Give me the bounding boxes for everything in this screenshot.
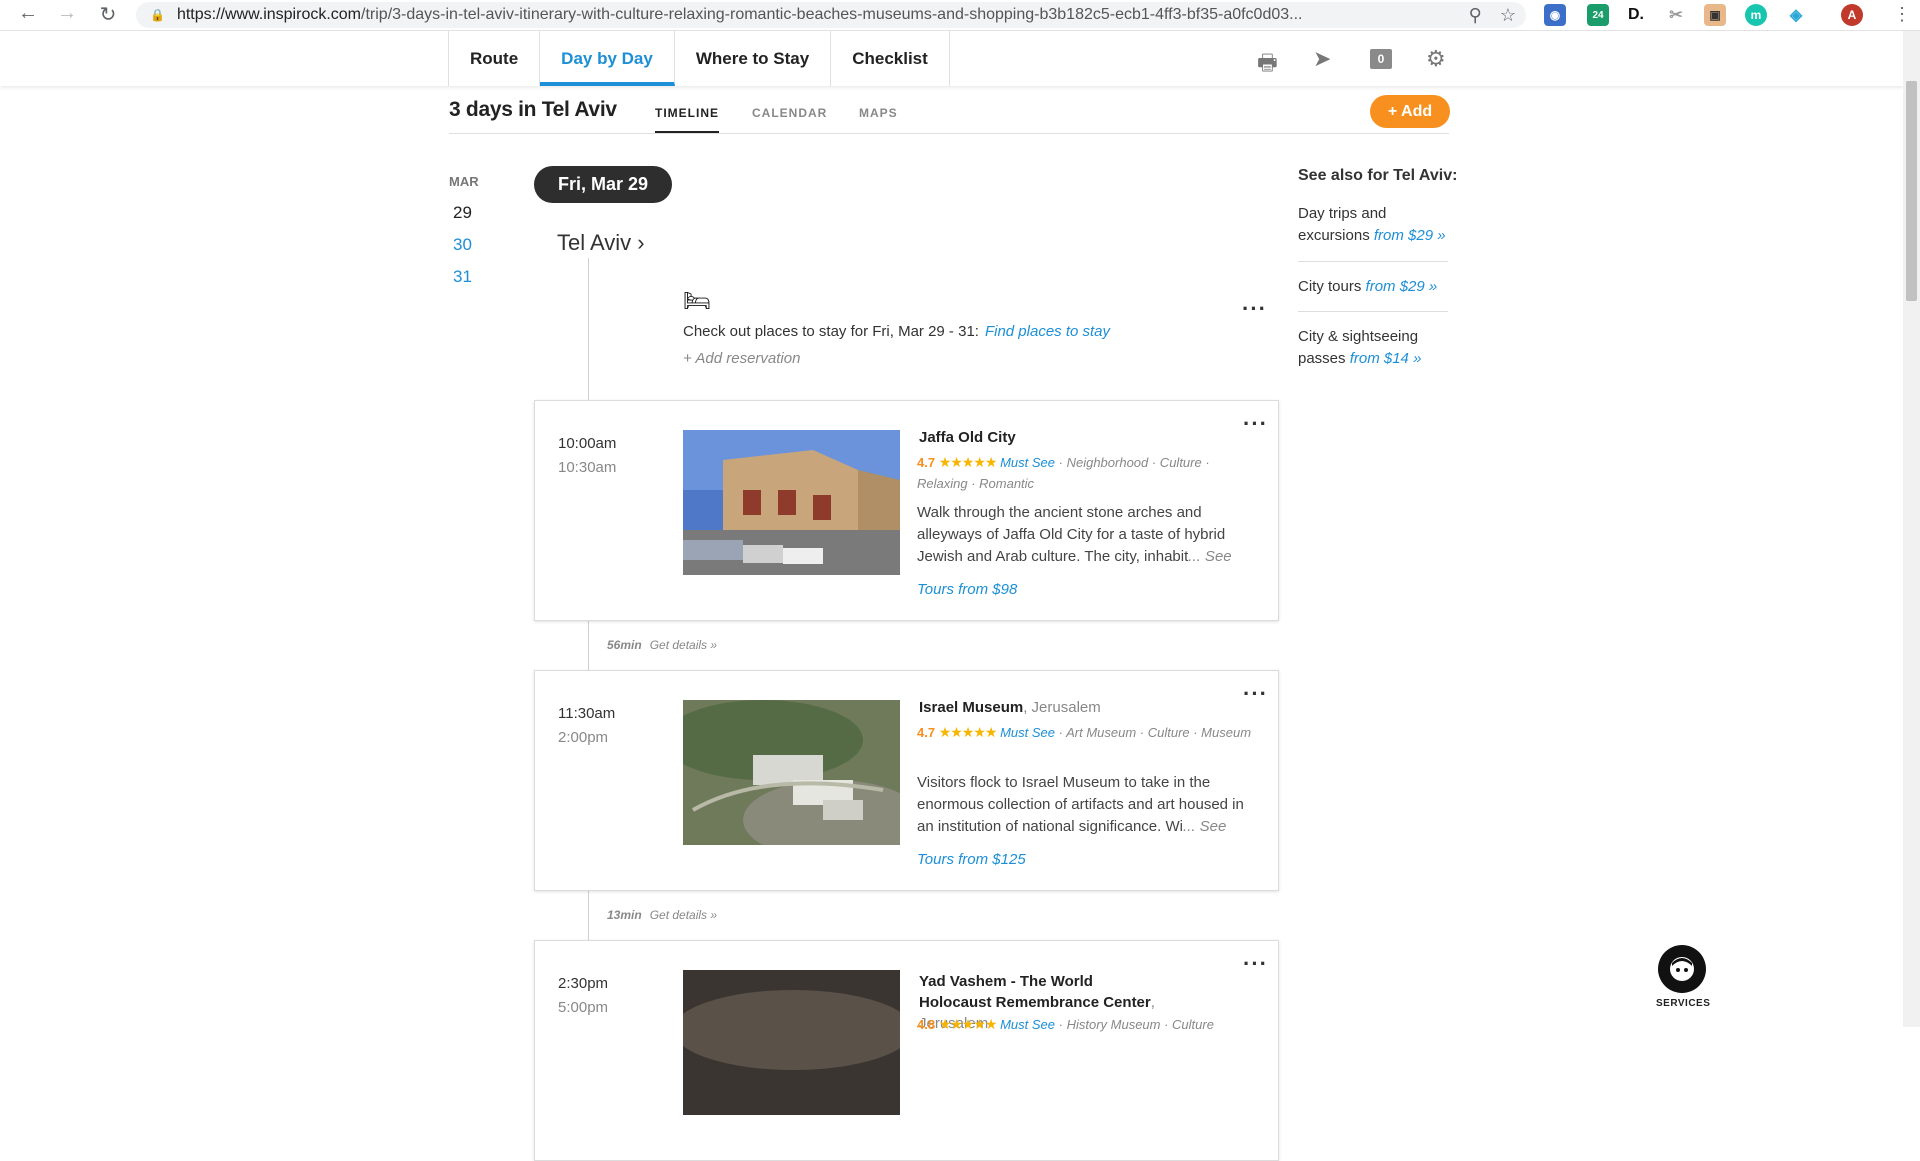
stay-more-icon[interactable]: ···	[1242, 298, 1267, 320]
place-photo[interactable]	[683, 700, 900, 845]
jaffa-photo	[683, 430, 900, 575]
url-host: https://www.inspirock.com	[176, 6, 362, 23]
services-button[interactable]: SERVICES	[1656, 945, 1711, 1009]
start-time: 2:30pm	[558, 975, 609, 992]
city-link[interactable]: Tel Aviv ›	[557, 230, 645, 256]
place-tags: 4.8 ★★★★★ Must See · History Museum · Cu…	[917, 1016, 1214, 1032]
nav-tabs: Route Day by Day Where to Stay Checklist	[448, 31, 950, 86]
sidebar-item-passes[interactable]: City & sightseeing passes from $14 »	[1298, 326, 1448, 370]
place-description: Visitors flock to Israel Museum to take …	[917, 772, 1262, 838]
add-button[interactable]: + Add	[1370, 95, 1450, 128]
place-card: 2:30pm 5:00pm Yad Vashem - The World Hol…	[534, 940, 1279, 1161]
extension-icon-4[interactable]: ✂	[1665, 4, 1687, 26]
sidebar-item-day-trips[interactable]: Day trips and excursions from $29 »	[1298, 203, 1448, 247]
profile-avatar[interactable]: A	[1841, 4, 1863, 26]
services-label: SERVICES	[1656, 998, 1711, 1009]
subtab-maps[interactable]: MAPS	[859, 106, 898, 120]
extension-icon-5[interactable]: ▣	[1704, 4, 1726, 26]
tours-link[interactable]: Tours from $98	[917, 581, 1017, 598]
reload-icon[interactable]: ↻	[88, 2, 128, 27]
place-name[interactable]: Jaffa Old City	[919, 429, 1016, 446]
subtab-timeline[interactable]: TIMELINE	[655, 106, 719, 133]
subtab-calendar[interactable]: CALENDAR	[752, 106, 827, 120]
yad-vashem-photo	[683, 970, 900, 1115]
page-scrollbar[interactable]	[1903, 31, 1920, 1027]
tab-day-by-day[interactable]: Day by Day	[540, 31, 675, 86]
tab-checklist[interactable]: Checklist	[831, 31, 950, 86]
url-path: /trip/3-days-in-tel-aviv-itinerary-with-…	[361, 6, 1303, 23]
timeline-line	[588, 890, 589, 940]
month-label: MAR	[449, 174, 479, 189]
sidebar-title: See also for Tel Aviv:	[1298, 167, 1458, 184]
divider	[1298, 311, 1448, 312]
must-see-badge: Must See	[1000, 1017, 1056, 1032]
comments-icon[interactable]: 0	[1370, 49, 1392, 69]
trip-header: 3 days in Tel Aviv TIMELINE CALENDAR MAP…	[449, 88, 1449, 134]
scrollbar-thumb[interactable]	[1906, 81, 1917, 301]
page-title: 3 days in Tel Aviv	[449, 98, 617, 121]
extension-icon-3[interactable]: D.	[1625, 4, 1647, 26]
end-time: 10:30am	[558, 459, 617, 476]
extension-icon-7[interactable]: ◈	[1785, 4, 1807, 26]
zoom-icon[interactable]: ⚲	[1469, 5, 1482, 26]
forward-arrow-icon[interactable]: →	[47, 2, 87, 25]
extension-icon-6[interactable]: m	[1745, 4, 1767, 26]
timeline-line	[588, 258, 589, 400]
browser-toolbar: ← → ↻ 🔒 https://www.inspirock.com/trip/3…	[0, 0, 1920, 31]
back-arrow-icon[interactable]: ←	[8, 2, 48, 25]
card-more-icon[interactable]: ···	[1243, 683, 1268, 705]
add-reservation-link[interactable]: + Add reservation	[683, 350, 800, 367]
place-description: Walk through the ancient stone arches an…	[917, 502, 1262, 568]
card-more-icon[interactable]: ···	[1243, 413, 1268, 435]
must-see-badge: Must See	[1000, 725, 1056, 740]
menu-kebab-icon[interactable]: ⋮	[1893, 4, 1911, 25]
place-card: 10:00am 10:30am Jaffa Old City 4.7 ★★★★★…	[534, 400, 1279, 621]
day-30[interactable]: 30	[453, 235, 472, 255]
bed-icon: 🛏	[683, 288, 711, 313]
start-time: 10:00am	[558, 435, 617, 452]
settings-gear-icon[interactable]: ⚙	[1426, 46, 1446, 72]
divider	[1298, 261, 1448, 262]
place-card: 11:30am 2:00pm Israel Museum, Jerusalem …	[534, 670, 1279, 891]
sidebar-item-city-tours[interactable]: City tours from $29 »	[1298, 276, 1448, 298]
timeline-line	[588, 620, 589, 670]
stay-prompt: Check out places to stay for Fri, Mar 29…	[683, 323, 1111, 340]
start-time: 11:30am	[558, 705, 616, 722]
place-name[interactable]: Israel Museum, Jerusalem	[919, 699, 1101, 716]
get-details-link[interactable]: Get details »	[650, 908, 717, 922]
services-face-icon	[1658, 945, 1706, 993]
day-pill: Fri, Mar 29	[534, 166, 672, 203]
day-31[interactable]: 31	[453, 267, 472, 287]
transfer-info: 56min Get details »	[607, 638, 718, 652]
tab-where-to-stay[interactable]: Where to Stay	[675, 31, 832, 86]
end-time: 5:00pm	[558, 999, 609, 1016]
get-details-link[interactable]: Get details »	[650, 638, 717, 652]
place-tags: 4.7 ★★★★★ Must See · Neighborhood · Cult…	[917, 454, 1210, 491]
lock-icon: 🔒	[150, 8, 165, 22]
transfer-info: 13min Get details »	[607, 908, 718, 922]
rating-stars: ★★★★★	[938, 724, 998, 740]
extension-icon-1[interactable]: ◉	[1544, 4, 1566, 26]
bookmark-star-icon[interactable]: ☆	[1500, 5, 1516, 26]
extension-icon-2[interactable]: 24	[1587, 4, 1609, 26]
tab-route[interactable]: Route	[449, 31, 541, 86]
must-see-badge: Must See	[1000, 455, 1056, 470]
find-places-link[interactable]: Find places to stay	[985, 323, 1110, 340]
print-icon[interactable]: 🖶	[1257, 46, 1278, 84]
rating-stars: ★★★★★	[938, 454, 998, 470]
day-29: 29	[453, 203, 472, 222]
tours-link[interactable]: Tours from $125	[917, 851, 1026, 868]
address-bar[interactable]: 🔒 https://www.inspirock.com/trip/3-days-…	[136, 2, 1526, 28]
place-tags: 4.7 ★★★★★ Must See · Art Museum · Cultur…	[917, 724, 1252, 740]
share-icon[interactable]: ➤	[1313, 46, 1331, 72]
site-nav: Route Day by Day Where to Stay Checklist…	[0, 31, 1903, 86]
rating-stars: ★★★★★	[938, 1016, 998, 1032]
place-photo[interactable]	[683, 970, 900, 1115]
end-time: 2:00pm	[558, 729, 609, 746]
place-photo[interactable]	[683, 430, 900, 575]
card-more-icon[interactable]: ···	[1243, 953, 1268, 975]
museum-photo	[683, 700, 900, 845]
